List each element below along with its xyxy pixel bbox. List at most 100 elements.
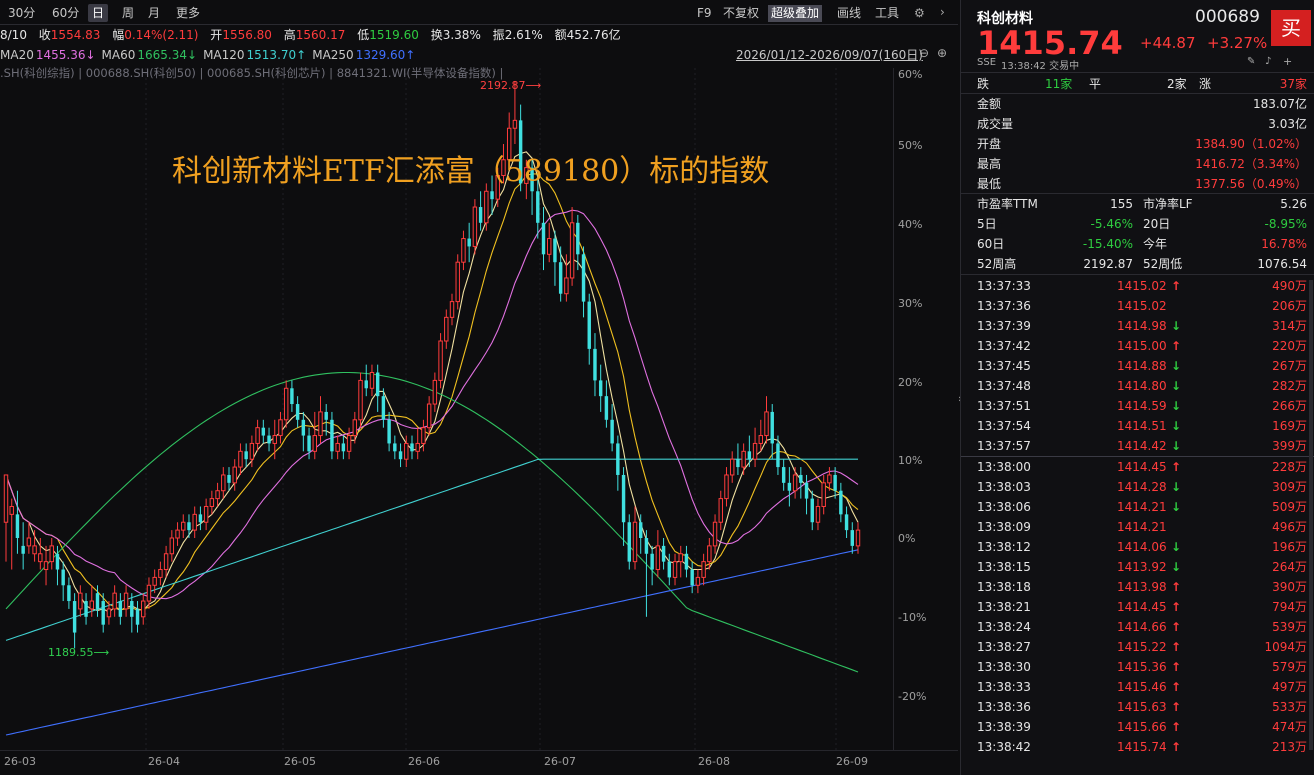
toolbar-item-4[interactable]: 工具 <box>872 5 902 22</box>
tick-row: 13:37:57 1414.42 ↓ 399万 <box>961 436 1314 456</box>
candle <box>290 380 294 412</box>
period-tab-0[interactable]: 30分 <box>4 4 39 22</box>
candle <box>267 427 271 452</box>
val-label: 5日 <box>977 217 997 231</box>
tick-row: 13:37:33 1415.02 ↑ 490万 <box>961 276 1314 296</box>
period-tab-4[interactable]: 月 <box>144 4 164 22</box>
max-marker-label: 2192.87⟶ <box>480 79 542 92</box>
breadth-row: 跌 11家 平 2家 涨 37家 <box>961 74 1314 94</box>
toolbar-item-1[interactable]: 不复权 <box>720 5 762 22</box>
minus-icon[interactable]: ⊖ <box>919 46 929 60</box>
toolbar-item-2[interactable]: 超级叠加 <box>768 5 823 22</box>
chevron-right-icon[interactable]: › <box>940 5 945 19</box>
candle <box>432 372 438 412</box>
val-value: 155 <box>1110 197 1133 211</box>
candle <box>146 577 152 609</box>
range-value: 0.14%(2.11) <box>124 28 199 42</box>
candle <box>404 435 409 468</box>
tick-volume: 509万 <box>1272 500 1307 514</box>
candle <box>318 396 323 444</box>
candle <box>209 490 215 515</box>
tick-time: 13:37:45 <box>977 359 1031 373</box>
date-tick: 26-03 <box>4 755 36 768</box>
valuation-row: 60日 -15.40% 今年 16.78% <box>961 234 1314 254</box>
val-label: 市盈率TTM <box>977 197 1038 211</box>
tick-row: 13:38:15 1413.92 ↓ 264万 <box>961 557 1314 577</box>
arrow-up-icon: ↑ <box>1171 660 1182 674</box>
candle <box>21 522 25 570</box>
tick-price: 1414.66 <box>1117 620 1167 634</box>
tick-time: 13:38:27 <box>977 640 1031 654</box>
tick-volume: 228万 <box>1272 460 1307 474</box>
candle <box>472 199 478 255</box>
tick-row: 13:37:42 1415.00 ↑ 220万 <box>961 336 1314 356</box>
candle <box>632 506 638 570</box>
candle <box>787 467 792 507</box>
arrow-up-icon: ↑ <box>1171 700 1182 714</box>
stat-label: 成交量 <box>977 117 1014 131</box>
stat-value: 3.03亿 <box>1268 117 1307 131</box>
stat-row: 最高 1416.72（3.34%） <box>961 154 1314 174</box>
add-icon[interactable]: + <box>1283 55 1292 68</box>
settings-icon[interactable]: ⚙ <box>914 6 925 20</box>
tick-scrollbar[interactable] <box>1309 280 1313 750</box>
candle <box>655 530 661 578</box>
candle <box>364 364 368 397</box>
tick-volume: 169万 <box>1272 419 1307 433</box>
tick-row: 13:37:54 1414.51 ↓ 169万 <box>961 416 1314 436</box>
tick-volume: 206万 <box>1272 299 1307 313</box>
exchange-label: SSE <box>977 57 997 68</box>
info-date: 8/10 <box>0 28 27 42</box>
tick-volume: 490万 <box>1272 279 1307 293</box>
stat-value: 183.07亿 <box>1253 97 1307 111</box>
toolbar-item-3[interactable]: 画线 <box>834 5 864 22</box>
candle <box>821 474 826 515</box>
tick-row: 13:37:45 1414.88 ↓ 267万 <box>961 356 1314 376</box>
tick-row: 13:38:00 1414.45 ↑ 228万 <box>961 457 1314 477</box>
candle <box>541 207 546 271</box>
stat-label: 最低 <box>977 177 1002 191</box>
date-tick: 26-07 <box>544 755 576 768</box>
plus-icon[interactable]: ⊕ <box>937 46 947 60</box>
candle <box>792 467 798 499</box>
buy-button[interactable]: 买 <box>1271 10 1311 46</box>
stat-row: 成交量 3.03亿 <box>961 114 1314 134</box>
candle <box>752 427 758 468</box>
edit-icon[interactable]: ✎ <box>1247 56 1255 67</box>
stat-row: 最低 1377.56（0.49%） <box>961 174 1314 194</box>
valuation-row: 52周高 2192.87 52周低 1076.54 <box>961 254 1314 274</box>
period-tab-3[interactable]: 周 <box>118 4 138 22</box>
arrow-down-icon: ↓ <box>1171 379 1182 393</box>
tick-volume: 474万 <box>1272 720 1307 734</box>
toolbar-item-0[interactable]: F9 <box>694 5 715 22</box>
stat-label: 金额 <box>977 97 1002 111</box>
candle <box>169 530 175 562</box>
candle <box>301 411 306 452</box>
date-tick: 26-06 <box>408 755 440 768</box>
candle <box>547 222 552 263</box>
tick-price: 1414.45 <box>1117 600 1167 614</box>
period-tab-5[interactable]: 更多 <box>172 4 204 22</box>
tick-price: 1415.46 <box>1117 680 1167 694</box>
tick-volume: 196万 <box>1272 540 1307 554</box>
candle <box>444 309 449 349</box>
period-tab-2[interactable]: 日 <box>88 4 109 22</box>
candle <box>15 490 20 554</box>
tick-price: 1415.00 <box>1117 339 1167 353</box>
candle <box>227 467 231 491</box>
candle <box>358 372 363 428</box>
candle <box>61 561 65 602</box>
arrow-up-icon: ↑ <box>1171 740 1182 754</box>
candle <box>478 191 483 231</box>
tick-volume: 220万 <box>1272 339 1307 353</box>
candle <box>553 230 557 286</box>
bell-icon[interactable]: ♪ <box>1265 56 1271 67</box>
pct-tick: 20% <box>898 376 923 389</box>
amount-value: 452.76亿 <box>566 28 621 42</box>
tick-row: 13:38:27 1415.22 ↑ 1094万 <box>961 637 1314 657</box>
tick-volume: 1094万 <box>1264 640 1307 654</box>
candle <box>558 246 563 302</box>
tick-time: 13:38:15 <box>977 560 1031 574</box>
high-value: 1560.17 <box>295 28 346 42</box>
period-tab-1[interactable]: 60分 <box>48 4 83 22</box>
